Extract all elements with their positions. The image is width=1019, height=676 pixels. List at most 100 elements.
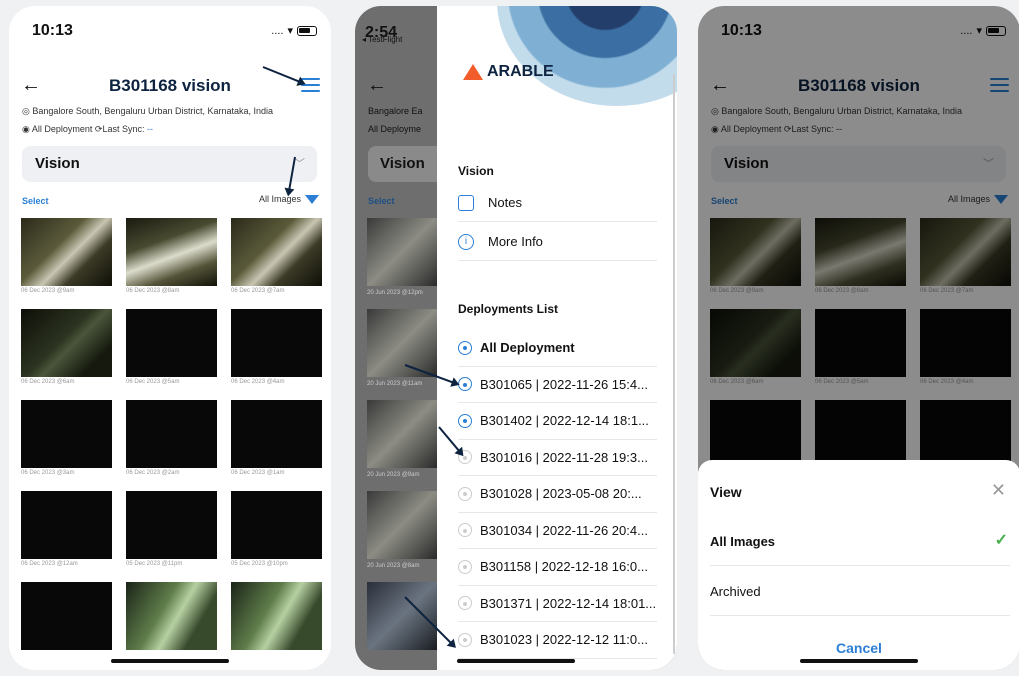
deployment-label: B301158 | 2022-12-18 16:0... (480, 559, 648, 575)
last-sync-label: Last Sync: (102, 124, 145, 134)
info-icon: i (458, 233, 474, 250)
thumbnail-caption: 05 Dec 2023 @10pm (231, 561, 288, 567)
brand-graphic (497, 6, 677, 106)
phone-screen-drawer: 2:54 ◂ TestFlight ← Bangalore Ea All Dep… (355, 6, 677, 670)
option-label: All Images (710, 534, 776, 549)
deployment-list-item[interactable]: B301371 | 2022-12-14 18:01... (458, 586, 657, 622)
notes-label: Notes (488, 195, 522, 210)
deployment-label: B301065 | 2022-11-26 15:4... (480, 376, 648, 392)
image-thumbnail[interactable] (126, 582, 217, 650)
image-thumbnail[interactable] (21, 491, 112, 559)
vision-section-title: Vision (458, 164, 494, 178)
image-thumbnail-cell: 06 Dec 2023 @5am (126, 309, 217, 385)
image-thumbnail[interactable] (21, 218, 112, 286)
deployment-label: All Deployme (368, 124, 422, 134)
image-thumbnail-cell: 06 Dec 2023 @2am (126, 400, 217, 476)
deployment-list-item[interactable]: B301016 | 2022-11-28 19:3... (458, 440, 657, 476)
target-icon (458, 559, 472, 574)
select-button[interactable]: Select (22, 196, 49, 206)
vision-dropdown[interactable]: Vision ﹀ (22, 146, 317, 182)
deployment-list-item[interactable]: B301158 | 2022-12-18 16:0... (458, 549, 657, 586)
thumbnail-caption: 06 Dec 2023 @5am (126, 379, 180, 385)
deployment-label: All Deployment (31, 124, 93, 134)
cancel-button[interactable]: Cancel (698, 640, 1019, 656)
deployment-label: B301023 | 2022-12-12 11:0... (480, 632, 648, 648)
home-indicator (800, 659, 918, 663)
image-thumbnail-cell (231, 582, 322, 650)
deployment-label: B301371 | 2022-12-14 18:01... (480, 595, 657, 611)
image-thumbnail[interactable] (231, 491, 322, 559)
deployment-list-item[interactable]: B301402 | 2022-12-14 18:1... (458, 403, 657, 440)
deployment-list-item[interactable]: B301028 | 2023-05-08 20:... (458, 476, 657, 513)
image-thumbnail[interactable] (126, 309, 217, 377)
phone-screen-view-sheet: 10:13 .... ▾ ← B301168 vision ◎ Bangalore… (698, 6, 1019, 670)
image-grid: 06 Dec 2023 @9am 06 Dec 2023 @8am 06 Dec 2… (21, 218, 322, 650)
check-icon: ✓ (994, 532, 1008, 549)
image-thumbnail-cell: 06 Dec 2023 @1am (231, 400, 322, 476)
deployment-list-item[interactable]: B301034 | 2022-11-26 20:4... (458, 513, 657, 549)
image-thumbnail-cell: 06 Dec 2023 @6am (21, 309, 112, 385)
header: ← B301168 vision (9, 74, 331, 98)
image-thumbnail[interactable] (21, 400, 112, 468)
scrollbar[interactable] (673, 74, 675, 654)
select-button: Select (368, 196, 395, 206)
dropdown-label: Vision (380, 155, 425, 172)
image-thumbnail-cell: 06 Dec 2023 @8am (126, 218, 217, 294)
thumbnail-caption: 06 Dec 2023 @3am (21, 470, 75, 476)
image-thumbnail[interactable] (231, 582, 322, 650)
deployment-label: B301016 | 2022-11-28 19:3... (480, 449, 648, 465)
location-label: Bangalore South, Bengaluru Urban Distric… (32, 106, 274, 116)
thumbnail-caption: 06 Dec 2023 @12am (21, 561, 78, 567)
deployment-label: B301028 | 2023-05-08 20:... (480, 486, 642, 502)
target-icon (458, 486, 472, 501)
option-archived[interactable]: Archived (710, 566, 1010, 616)
phone-screen-vision: 10:13 .... ▾ ← B301168 vision ◎ Bangalore… (9, 6, 331, 670)
home-indicator (457, 659, 575, 663)
back-arrow-icon: ← (367, 74, 387, 96)
image-thumbnail[interactable] (126, 491, 217, 559)
image-thumbnail[interactable] (126, 400, 217, 468)
signal-icon: .... (271, 24, 284, 37)
image-thumbnail[interactable] (126, 218, 217, 286)
deployment-row: ◉ All Deployment ⟳Last Sync: -- (22, 124, 153, 135)
image-thumbnail[interactable] (231, 400, 322, 468)
thumbnail-caption: 06 Dec 2023 @8am (126, 288, 180, 294)
deployment-list-item[interactable]: All Deployment (458, 330, 657, 367)
filter-label: All Images (258, 194, 301, 204)
more-info-menu-item[interactable]: i More Info (458, 223, 657, 261)
thumbnail-caption: 06 Dec 2023 @6am (21, 379, 75, 385)
thumbnail-caption: 06 Dec 2023 @2am (126, 470, 180, 476)
close-icon[interactable]: ✕ (991, 480, 1006, 501)
status-time: 10:13 (32, 22, 73, 39)
image-thumbnail (367, 491, 437, 559)
thumbnail-caption: 20 Jun 2023 @8am (367, 563, 420, 569)
filter-icon (305, 194, 319, 204)
logo-icon (463, 64, 483, 80)
image-thumbnail (367, 309, 437, 377)
thumbnail-caption: 06 Dec 2023 @7am (231, 288, 285, 294)
thumbnail-caption: 20 Jun 2023 @11am (367, 381, 423, 387)
image-thumbnail[interactable] (231, 309, 322, 377)
last-sync-value: -- (147, 124, 154, 134)
navigation-drawer: ARABLE Vision Notes i More Info Deploymen… (437, 6, 677, 670)
notes-menu-item[interactable]: Notes (458, 184, 657, 222)
thumbnail-caption: 06 Dec 2023 @4am (231, 379, 285, 385)
thumbnail-caption: 20 Jun 2023 @9am (367, 472, 420, 478)
deployment-label: B301402 | 2022-12-14 18:1... (480, 413, 649, 429)
image-thumbnail-cell (21, 582, 112, 650)
deployment-label: B301034 | 2022-11-26 20:4... (480, 522, 648, 538)
home-indicator (111, 659, 229, 663)
status-bar: 10:13 .... ▾ (9, 20, 331, 42)
image-thumbnail[interactable] (21, 582, 112, 650)
image-thumbnail[interactable] (231, 218, 322, 286)
image-thumbnail[interactable] (21, 309, 112, 377)
deployments-section-title: Deployments List (458, 302, 559, 316)
option-all-images[interactable]: All Images ✓ (710, 516, 1010, 566)
option-label: Archived (710, 584, 761, 599)
location-text: Bangalore Ea (368, 106, 423, 116)
deployment-list-item[interactable]: B301065 | 2022-11-26 15:4... (458, 367, 657, 403)
deployment-list-item[interactable]: B301023 | 2022-12-12 11:0... (458, 622, 657, 659)
testflight-back[interactable]: ◂ TestFlight (362, 35, 402, 44)
thumbnail-caption: 06 Dec 2023 @1am (231, 470, 285, 476)
battery-icon (297, 25, 317, 36)
